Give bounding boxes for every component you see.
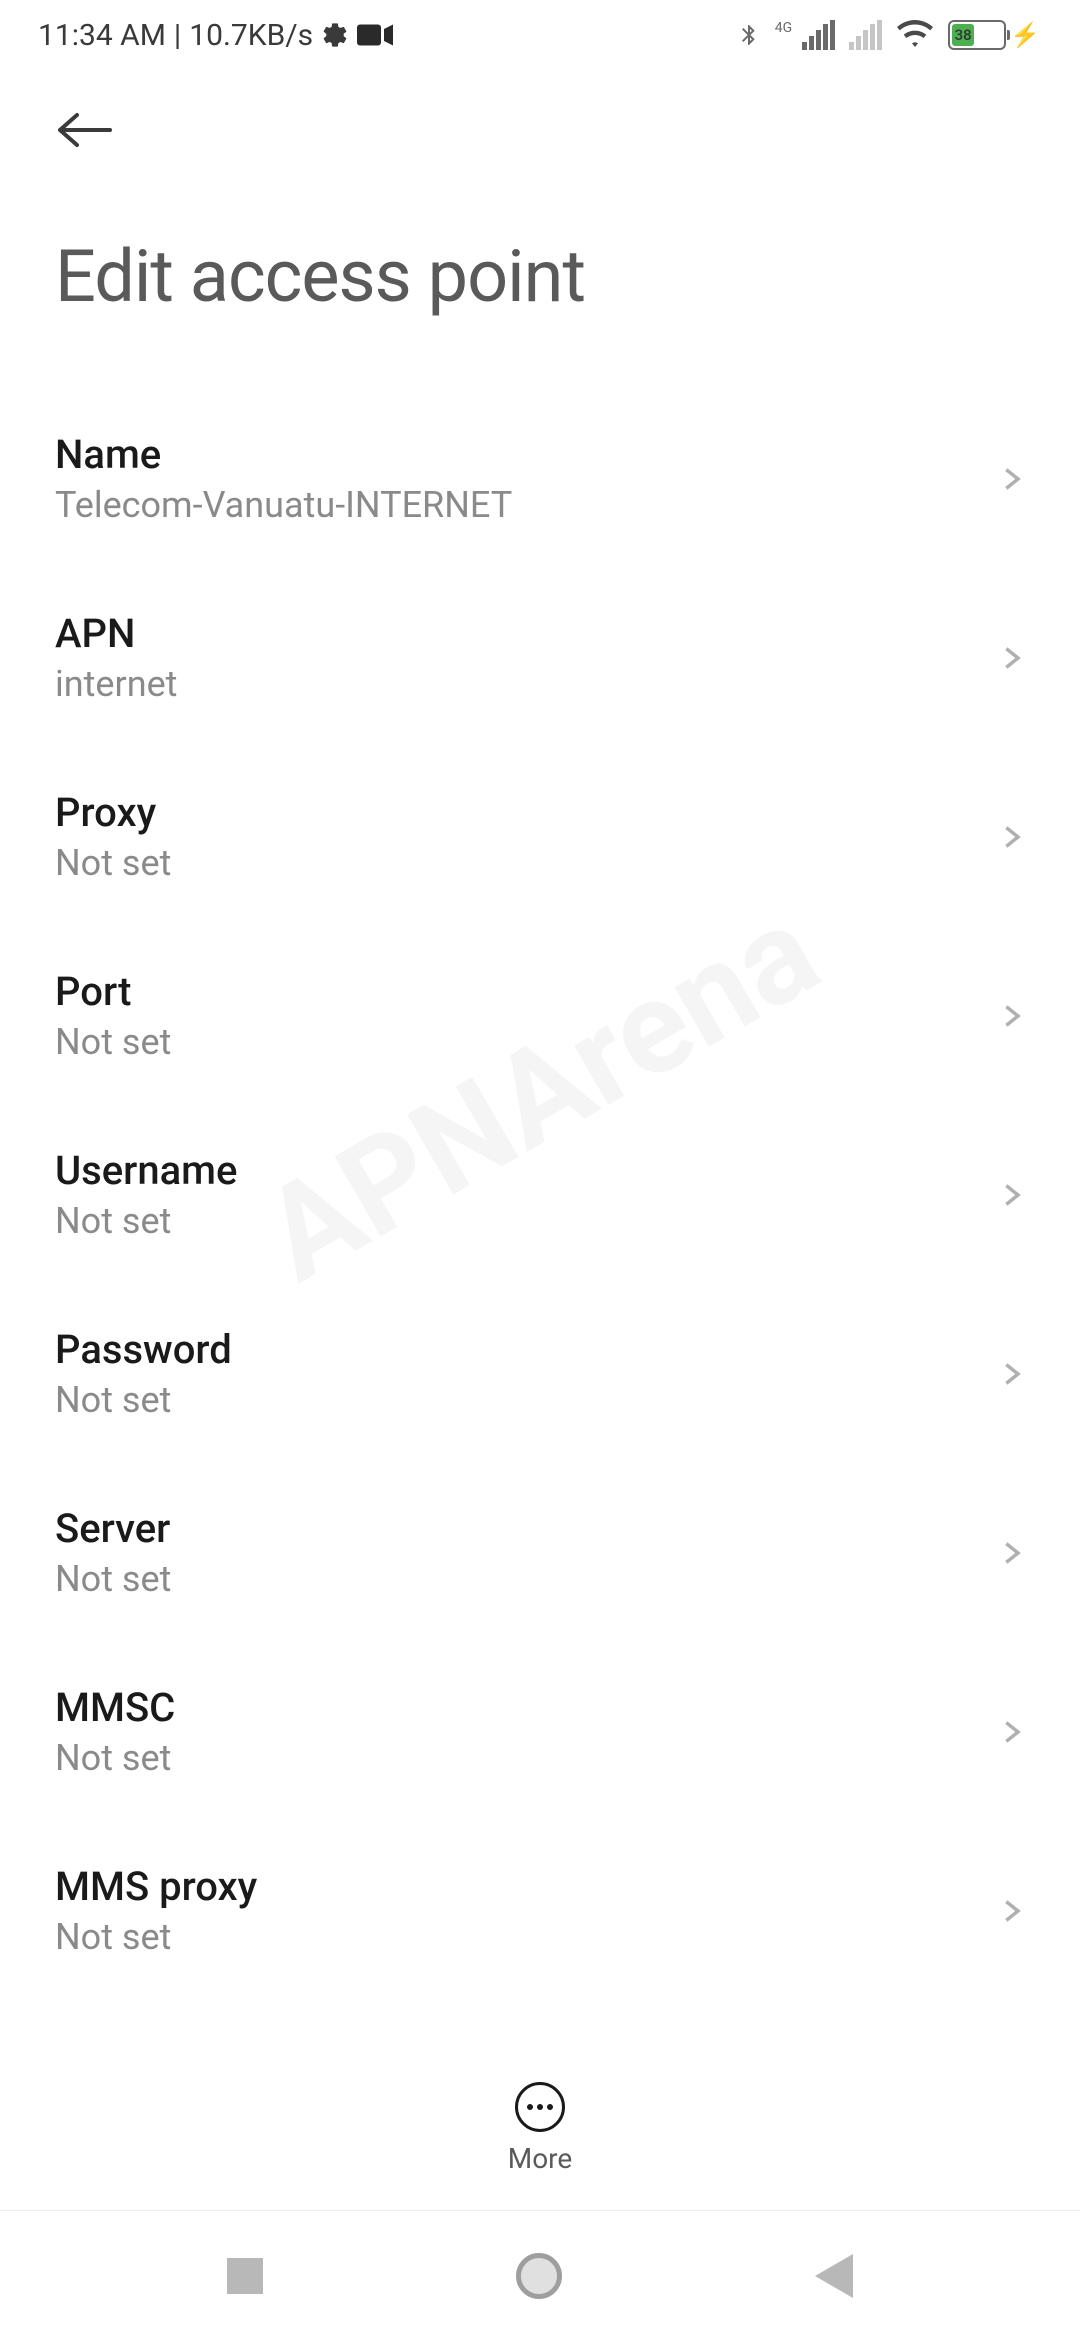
nav-bar — [0, 2210, 1080, 2340]
chevron-right-icon — [997, 1002, 1025, 1030]
chevron-right-icon — [997, 1360, 1025, 1388]
wifi-icon — [896, 20, 934, 50]
status-data-rate: 10.7KB/s — [189, 18, 313, 53]
setting-value: Not set — [55, 1916, 257, 1958]
chevron-right-icon — [997, 644, 1025, 672]
setting-value: Not set — [55, 1200, 237, 1242]
chevron-right-icon — [997, 1181, 1025, 1209]
settings-list: Name Telecom-Vanuatu-INTERNET APN intern… — [0, 359, 1080, 2030]
charge-icon: ⚡ — [1010, 21, 1040, 49]
battery-icon: 38 — [948, 20, 1006, 50]
setting-value: Telecom-Vanuatu-INTERNET — [55, 484, 512, 526]
chevron-right-icon — [997, 823, 1025, 851]
header — [0, 70, 1080, 174]
camera-icon — [357, 23, 393, 47]
setting-item-server[interactable]: Server Not set — [0, 1463, 1080, 1642]
nav-home-icon[interactable] — [516, 2253, 562, 2299]
battery-percent: 38 — [952, 24, 974, 46]
signal-bars-sim2 — [849, 20, 882, 50]
status-left: 11:34 AM | 10.7KB/s — [38, 18, 393, 53]
signal-bars-sim1 — [802, 20, 835, 50]
chevron-right-icon — [997, 465, 1025, 493]
more-label: More — [508, 2142, 573, 2175]
status-time: 11:34 AM — [38, 18, 166, 53]
setting-label: Proxy — [55, 789, 171, 836]
setting-value: internet — [55, 663, 177, 705]
setting-item-apn[interactable]: APN internet — [0, 568, 1080, 747]
page-title: Edit access point — [0, 174, 1080, 359]
setting-label: Server — [55, 1505, 171, 1552]
setting-value: Not set — [55, 1021, 171, 1063]
setting-label: Name — [55, 431, 512, 478]
setting-item-port[interactable]: Port Not set — [0, 926, 1080, 1105]
setting-item-name[interactable]: Name Telecom-Vanuatu-INTERNET — [0, 389, 1080, 568]
status-right: 4G 38 ⚡ — [737, 18, 1040, 52]
setting-item-mms-proxy[interactable]: MMS proxy Not set — [0, 1821, 1080, 2000]
setting-item-password[interactable]: Password Not set — [0, 1284, 1080, 1463]
setting-value: Not set — [55, 1379, 232, 1421]
setting-label: Password — [55, 1326, 232, 1373]
setting-label: APN — [55, 610, 177, 657]
setting-label: MMSC — [55, 1684, 175, 1731]
chevron-right-icon — [997, 1718, 1025, 1746]
chevron-right-icon — [997, 1539, 1025, 1567]
setting-value: Not set — [55, 1558, 171, 1600]
setting-item-mmsc[interactable]: MMSC Not set — [0, 1642, 1080, 1821]
setting-item-username[interactable]: Username Not set — [0, 1105, 1080, 1284]
setting-label: MMS proxy — [55, 1863, 257, 1910]
setting-value: Not set — [55, 1737, 175, 1779]
setting-label: Username — [55, 1147, 237, 1194]
gear-icon — [321, 21, 349, 49]
chevron-right-icon — [997, 1897, 1025, 1925]
nav-recent-icon[interactable] — [227, 2258, 263, 2294]
setting-value: Not set — [55, 842, 171, 884]
back-arrow-icon[interactable] — [55, 110, 115, 150]
status-separator: | — [174, 18, 181, 53]
battery-container: 38 ⚡ — [948, 20, 1040, 50]
setting-label: Port — [55, 968, 171, 1015]
signal-4g-label: 4G — [775, 20, 792, 36]
bluetooth-icon — [737, 18, 761, 52]
nav-back-icon[interactable] — [815, 2254, 853, 2298]
status-bar: 11:34 AM | 10.7KB/s 4G — [0, 0, 1080, 70]
setting-item-proxy[interactable]: Proxy Not set — [0, 747, 1080, 926]
